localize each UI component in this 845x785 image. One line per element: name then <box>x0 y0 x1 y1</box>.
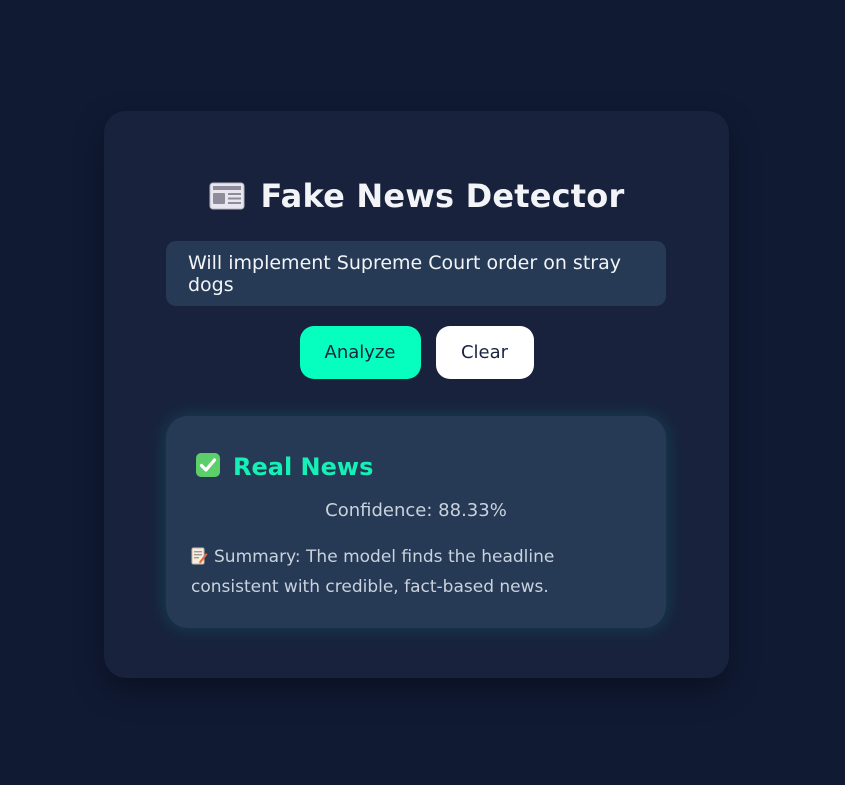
headline-input[interactable]: Will implement Supreme Court order on st… <box>166 241 666 306</box>
result-panel: Real News Confidence: 88.33% Summary: Th… <box>166 416 666 628</box>
memo-icon <box>191 547 208 574</box>
analyze-button[interactable]: Analyze <box>299 326 421 379</box>
clear-button[interactable]: Clear <box>435 326 534 379</box>
newspaper-icon <box>209 181 245 211</box>
verdict-label: Real News <box>233 453 374 481</box>
action-buttons: Analyze Clear <box>104 326 729 379</box>
check-mark-icon <box>195 452 221 482</box>
detector-card: Fake News Detector Will implement Suprem… <box>104 111 729 678</box>
page-title: Fake News Detector <box>260 177 625 215</box>
summary-text: Summary: The model finds the headline co… <box>191 547 555 597</box>
verdict-row: Real News <box>195 452 373 482</box>
summary: Summary: The model finds the headline co… <box>191 544 646 601</box>
title-row: Fake News Detector <box>104 171 729 221</box>
confidence-text: Confidence: 88.33% <box>325 500 507 521</box>
